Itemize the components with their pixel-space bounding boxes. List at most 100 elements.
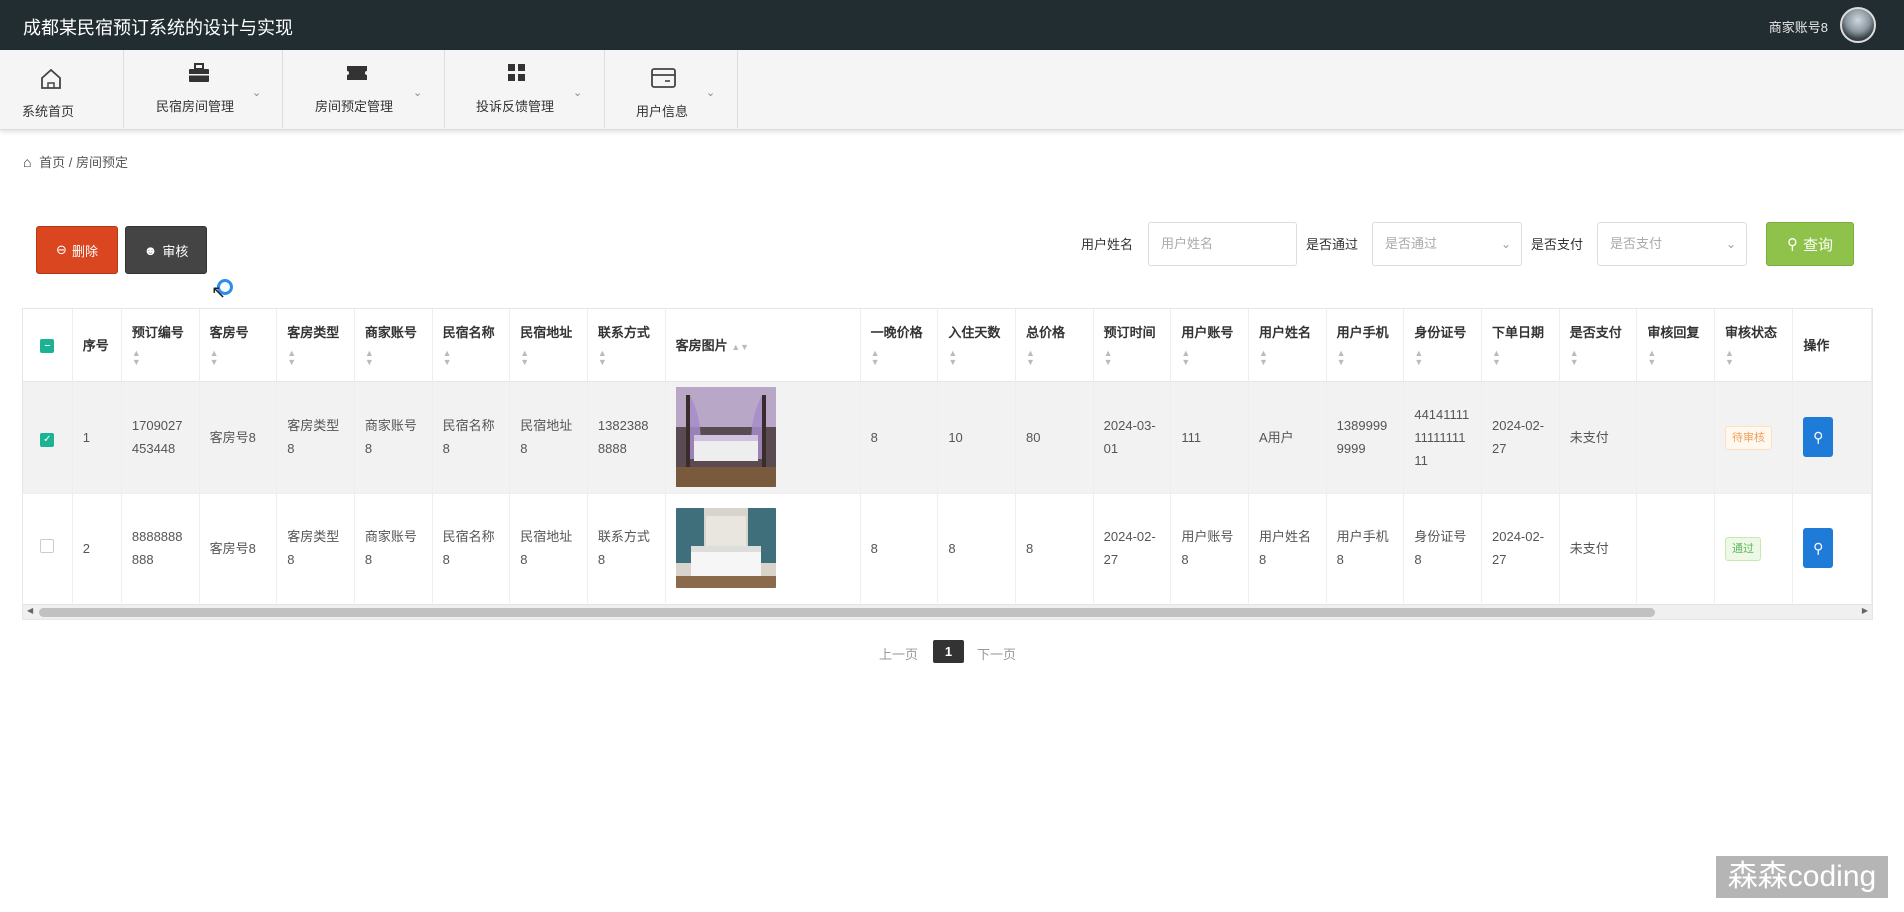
sort-icon: ▲▼ — [520, 348, 530, 368]
scroll-right-icon[interactable]: ▶ — [1862, 606, 1868, 615]
delete-button-label: 删除 — [71, 243, 98, 259]
next-page-link[interactable]: 下一页 — [977, 644, 1016, 663]
card-icon — [651, 68, 676, 88]
col-header[interactable]: 客房号 ▲ ▼ — [199, 309, 278, 381]
breadcrumb-home[interactable]: 首页 — [39, 155, 65, 170]
username-input[interactable]: 用户姓名 — [1148, 222, 1297, 266]
chevron-down-icon: ⌄ — [1725, 237, 1736, 251]
minus-circle-icon: ⊖ — [56, 242, 67, 257]
col-header[interactable]: 预订时间 ▲ ▼ — [1093, 309, 1172, 381]
cell-room-type: 客房类型8 — [276, 380, 355, 493]
cell-days: 10 — [937, 380, 1016, 493]
scroll-left-icon[interactable]: ◀ — [27, 606, 33, 615]
sort-icon: ▲▼ — [442, 348, 452, 368]
approved-select[interactable]: 是否通过 ⌄ — [1372, 222, 1522, 266]
chevron-down-icon: ⌄ — [252, 87, 262, 99]
search-icon: ⚲ — [1813, 540, 1824, 557]
grid-icon — [508, 64, 525, 81]
cell-phone: 13899999999 — [1326, 380, 1405, 493]
cell-paid: 未支付 — [1559, 492, 1638, 603]
col-header[interactable]: 用户手机 ▲ ▼ — [1326, 309, 1405, 381]
cell-bnb-name: 民宿名称8 — [432, 380, 511, 493]
horizontal-scrollbar[interactable]: ◀ ▶ — [23, 604, 1872, 619]
avatar[interactable] — [1840, 7, 1876, 43]
col-header[interactable]: 总价格 ▲ ▼ — [1015, 309, 1094, 381]
cell-order-date: 2024-02-27 — [1481, 380, 1560, 493]
status-badge: 通过 — [1725, 536, 1762, 561]
prev-page-link[interactable]: 上一页 — [879, 644, 918, 663]
table-row[interactable]: ✓ 1 1709027453448 客房号8 客房类型8 商家账号8 民宿名称8… — [23, 380, 1872, 493]
booking-table: – 序号 预订编号 ▲ ▼ 客房号 ▲ ▼ 客房类型 ▲ ▼ 商家账号 ▲ ▼ 民宿名称 ▲ ▼ 民… — [22, 308, 1873, 620]
cell-room-no: 客房号8 — [199, 492, 278, 603]
col-header[interactable]: 客房图片 ▲▼ — [665, 309, 861, 381]
cell-reply — [1636, 380, 1716, 493]
col-header[interactable]: 是否支付 ▲ ▼ — [1559, 309, 1638, 381]
col-header[interactable]: 审核回复 ▲ ▼ — [1636, 309, 1716, 381]
search-icon: ⚲ — [1786, 236, 1798, 253]
nav-complaint-mgmt-label: 投诉反馈管理 — [476, 99, 555, 114]
room-image[interactable] — [675, 508, 776, 589]
room-image[interactable] — [675, 387, 776, 487]
home-icon: ⌂ — [23, 154, 32, 170]
current-page[interactable]: 1 — [933, 640, 964, 663]
app-title: 成都某民宿预订系统的设计与实现 — [23, 18, 293, 38]
col-header[interactable]: 联系方式 ▲ ▼ — [587, 309, 666, 381]
select-all-checkbox[interactable]: – — [40, 339, 55, 354]
chevron-down-icon: ⌄ — [1500, 237, 1511, 251]
row-checkbox[interactable] — [40, 538, 55, 553]
top-bar: 成都某民宿预订系统的设计与实现 商家账号8 — [0, 0, 1904, 50]
search-button[interactable]: ⚲ 查询 — [1766, 222, 1854, 266]
sort-icon: ▲▼ — [1569, 348, 1579, 368]
nav-booking-mgmt[interactable]: 房间预定管理 ⌄ — [283, 50, 445, 128]
col-header[interactable]: 身份证号 ▲ ▼ — [1403, 309, 1483, 381]
delete-button[interactable]: ⊖ 删除 — [36, 226, 118, 274]
breadcrumb-sep: / — [68, 155, 73, 170]
chevron-down-icon: ⌄ — [706, 87, 716, 99]
scrollbar-thumb[interactable] — [39, 608, 1655, 617]
paid-filter-label: 是否支付 — [1531, 237, 1584, 252]
col-header[interactable]: 用户账号 ▲ ▼ — [1170, 309, 1249, 381]
col-header[interactable]: 下单日期 ▲ ▼ — [1481, 309, 1560, 381]
chevron-down-icon: ⌄ — [573, 87, 583, 99]
pagination: 上一页 1 下一页 — [0, 640, 1904, 664]
col-header[interactable]: 用户姓名 ▲ ▼ — [1248, 309, 1327, 381]
sort-icon: ▲▼ — [287, 348, 297, 368]
cell-merchant: 商家账号8 — [354, 492, 433, 603]
col-header[interactable]: 民宿地址 ▲ ▼ — [509, 309, 588, 381]
view-button[interactable]: ⚲ — [1803, 417, 1834, 457]
col-header[interactable]: 审核状态 ▲ ▼ — [1714, 309, 1794, 381]
col-header[interactable]: 序号 — [72, 309, 122, 381]
col-header[interactable]: 一晚价格 ▲ ▼ — [860, 309, 939, 381]
search-icon: ⚲ — [1813, 429, 1824, 445]
nav-booking-mgmt-label: 房间预定管理 — [315, 99, 394, 114]
table-row[interactable]: 2 8888888888 客房号8 客房类型8 商家账号8 民宿名称8 民宿地址… — [23, 492, 1872, 603]
row-checkbox[interactable]: ✓ — [40, 432, 55, 447]
sort-icon: ▲▼ — [731, 342, 750, 353]
home-icon — [41, 68, 61, 89]
cell-user-name: A用户 — [1248, 380, 1327, 493]
ticket-icon — [347, 66, 367, 80]
view-button[interactable]: ⚲ — [1803, 528, 1834, 569]
breadcrumb: ⌂ 首页 / 房间预定 — [23, 152, 128, 171]
col-header[interactable]: 客房类型 ▲ ▼ — [276, 309, 355, 381]
cell-price: 8 — [860, 492, 939, 603]
sort-icon: ▲▼ — [1647, 348, 1657, 368]
sort-icon: ▲▼ — [364, 348, 374, 368]
nav-room-mgmt[interactable]: 民宿房间管理 ⌄ — [124, 50, 283, 128]
nav-home-label: 系统首页 — [22, 104, 75, 119]
cell-bnb-addr: 民宿地址8 — [509, 380, 588, 493]
cell-reply — [1636, 492, 1716, 603]
sort-icon: ▲▼ — [597, 348, 607, 368]
audit-button[interactable]: ☻ 审核 — [125, 226, 207, 274]
col-header[interactable]: 入住天数 ▲ ▼ — [937, 309, 1016, 381]
cell-phone: 用户手机8 — [1326, 492, 1405, 603]
nav-user-info[interactable]: 用户信息 ⌄ — [605, 50, 738, 128]
paid-select[interactable]: 是否支付 ⌄ — [1597, 222, 1747, 266]
col-header[interactable]: 预订编号 ▲ ▼ — [121, 309, 200, 381]
col-header[interactable]: 商家账号 ▲ ▼ — [354, 309, 433, 381]
approved-filter-label: 是否通过 — [1306, 237, 1359, 252]
nav-home[interactable]: 系统首页 — [0, 50, 124, 128]
user-account[interactable]: 商家账号8 — [1769, 17, 1828, 36]
col-header[interactable]: 民宿名称 ▲ ▼ — [432, 309, 511, 381]
nav-complaint-mgmt[interactable]: 投诉反馈管理 ⌄ — [445, 50, 605, 128]
